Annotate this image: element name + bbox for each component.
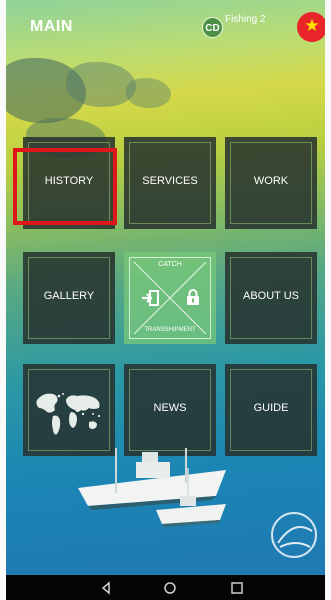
user-name[interactable]: Fishing 2: [225, 14, 266, 25]
app-header: MAIN CD Fishing 2 ★: [6, 0, 325, 55]
background-map: [66, 62, 136, 107]
recent-apps-icon[interactable]: [227, 579, 247, 597]
phone-frame: MAIN CD Fishing 2 ★ HISTORY SERVICES WOR…: [0, 0, 331, 600]
enter-icon: [142, 290, 159, 306]
flag-star-icon: ★: [304, 16, 320, 35]
news-tile[interactable]: NEWS: [124, 364, 216, 456]
home-icon[interactable]: [160, 579, 180, 597]
about-us-tile[interactable]: ABOUT US: [225, 252, 317, 344]
history-selection-highlight: [13, 148, 117, 225]
gallery-label: GALLERY: [43, 290, 95, 302]
news-label: NEWS: [153, 402, 187, 414]
work-label: WORK: [253, 175, 289, 187]
background-map: [126, 78, 171, 108]
world-map-tile[interactable]: [23, 364, 115, 456]
catch-label: CATCH: [158, 261, 182, 268]
guide-tile[interactable]: GUIDE: [225, 364, 317, 456]
services-label: SERVICES: [142, 175, 198, 187]
app-screen: MAIN CD Fishing 2 ★ HISTORY SERVICES WOR…: [6, 0, 325, 575]
about-us-label: ABOUT US: [242, 290, 300, 302]
vietnam-flag-icon[interactable]: ★: [297, 12, 325, 42]
transshipment-label: TRANSSHIPMENT: [144, 327, 196, 333]
right-bezel: [325, 0, 331, 600]
page-title: MAIN: [30, 18, 73, 35]
fishing-ships-illustration: [78, 448, 226, 527]
guide-label: GUIDE: [253, 402, 289, 414]
catch-transshipment-tile[interactable]: CATCH TRANSSHIPMENT: [124, 252, 216, 344]
lock-icon: [187, 289, 199, 305]
user-avatar[interactable]: CD: [202, 17, 223, 38]
work-tile[interactable]: WORK: [225, 137, 317, 229]
world-map-icon: [36, 393, 101, 435]
services-tile[interactable]: SERVICES: [124, 137, 216, 229]
app-logo: [271, 512, 317, 558]
gallery-tile[interactable]: GALLERY: [23, 252, 115, 344]
back-icon[interactable]: [96, 579, 116, 597]
android-navigation-bar: [6, 575, 325, 600]
